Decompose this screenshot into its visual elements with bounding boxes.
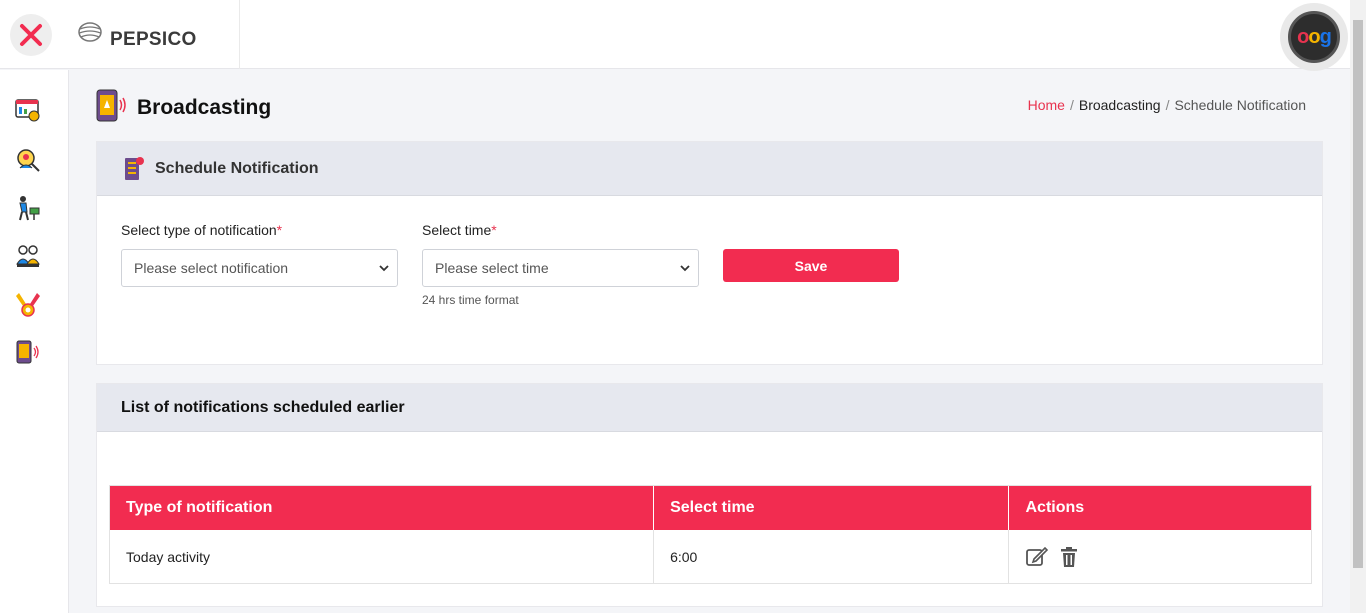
- dashboard-chart-icon: [15, 99, 40, 122]
- sidebar-item-dashboard[interactable]: [14, 96, 42, 124]
- delete-button[interactable]: [1059, 546, 1079, 568]
- top-bar: PEPSICO oog: [0, 0, 1350, 71]
- table-header: Type of notification Select time Actions: [110, 486, 1311, 530]
- edit-button[interactable]: [1025, 546, 1049, 568]
- cell-actions: [1009, 530, 1311, 583]
- breadcrumb: Home / Broadcasting / Schedule Notification: [1028, 97, 1306, 113]
- breadcrumb-home-link[interactable]: Home: [1028, 97, 1065, 113]
- close-icon: [20, 24, 42, 46]
- notification-book-icon: [125, 156, 144, 180]
- chevron-down-icon: [379, 265, 389, 272]
- notification-type-placeholder: Please select notification: [134, 260, 289, 276]
- logo-text: PEPSICO: [110, 28, 197, 50]
- time-label-text: Select time: [422, 222, 492, 238]
- broadcasting-page-icon: [96, 89, 126, 122]
- column-header-type: Type of notification: [110, 486, 655, 530]
- card-title: List of notifications scheduled earlier: [121, 398, 405, 416]
- card-title: Schedule Notification: [155, 159, 319, 177]
- breadcrumb-current: Schedule Notification: [1174, 97, 1306, 113]
- required-mark: *: [491, 222, 497, 238]
- sidebar-item-users[interactable]: [14, 146, 42, 174]
- user-search-icon: [17, 149, 40, 172]
- time-placeholder: Please select time: [435, 260, 549, 276]
- notification-type-label-text: Select type of notification: [121, 222, 277, 238]
- breadcrumb-separator: /: [1069, 97, 1074, 113]
- brand-logo[interactable]: PEPSICO: [70, 0, 240, 69]
- notification-type-label: Select type of notification*: [121, 222, 282, 238]
- cell-notification-type: Today activity: [110, 530, 655, 583]
- team-meeting-icon: [16, 245, 40, 267]
- time-label: Select time*: [422, 222, 497, 238]
- medal-icon: [16, 293, 40, 317]
- avatar: oog: [1288, 11, 1340, 63]
- required-mark: *: [276, 222, 283, 238]
- table-row: Today activity 6:00: [110, 530, 1311, 583]
- time-select[interactable]: Please select time: [422, 249, 699, 287]
- sidebar-item-rewards[interactable]: [14, 290, 42, 318]
- user-avatar-button[interactable]: oog: [1280, 3, 1348, 71]
- time-format-hint: 24 hrs time format: [422, 293, 519, 307]
- close-menu-button[interactable]: [10, 14, 52, 56]
- scrollbar-thumb[interactable]: [1353, 20, 1363, 568]
- breadcrumb-broadcasting-link[interactable]: Broadcasting: [1079, 97, 1161, 113]
- cell-time: 6:00: [654, 530, 1010, 583]
- card-header: Schedule Notification: [97, 142, 1322, 196]
- breadcrumb-separator: /: [1165, 97, 1170, 113]
- pepsico-globe-icon: [78, 21, 102, 42]
- card-header: List of notifications scheduled earlier: [97, 384, 1322, 432]
- scheduled-notifications-card: List of notifications scheduled earlier …: [96, 383, 1323, 607]
- chevron-down-icon: [680, 265, 690, 272]
- save-button[interactable]: Save: [723, 249, 899, 282]
- edit-icon: [1026, 546, 1049, 566]
- column-header-actions: Actions: [1025, 499, 1085, 516]
- sidebar: [0, 70, 69, 613]
- page-title: Broadcasting: [137, 96, 272, 119]
- trash-icon: [1061, 546, 1078, 567]
- broadcast-device-icon: [16, 340, 39, 364]
- sidebar-item-training[interactable]: [14, 194, 42, 222]
- person-desk-icon: [19, 196, 40, 221]
- notifications-table: Type of notification Select time Actions…: [109, 485, 1312, 584]
- notification-type-select[interactable]: Please select notification: [121, 249, 398, 287]
- schedule-notification-card: Schedule Notification Select type of not…: [96, 141, 1323, 365]
- column-header-time: Select time: [654, 486, 1010, 530]
- page-scrollbar[interactable]: [1350, 0, 1366, 613]
- sidebar-item-team[interactable]: [14, 242, 42, 270]
- sidebar-item-broadcasting[interactable]: [14, 338, 42, 366]
